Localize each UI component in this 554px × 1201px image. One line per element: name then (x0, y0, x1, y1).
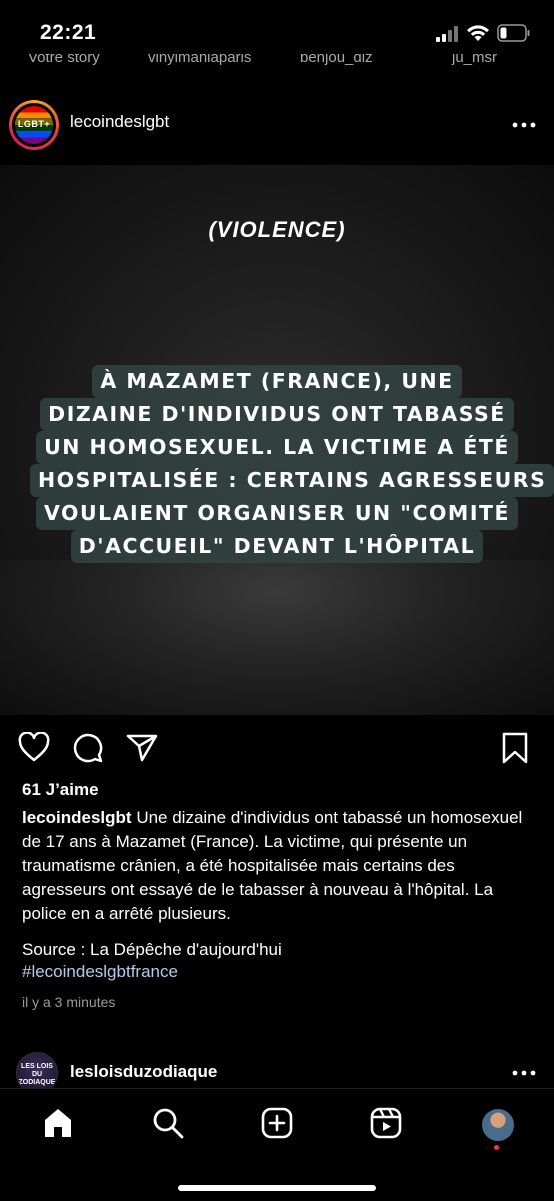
post-timestamp: il y a 3 minutes (22, 994, 116, 1010)
status-time: 22:21 (40, 21, 97, 44)
story-label[interactable]: benjou_diz (300, 54, 373, 68)
share-icon[interactable] (126, 734, 158, 762)
more-options-icon[interactable] (512, 122, 536, 128)
headline-line: À MAZAMET (FRANCE), UNE (92, 365, 462, 398)
post-actions (0, 728, 554, 768)
search-icon[interactable] (152, 1107, 184, 1139)
next-post-username[interactable]: lesloisduzodiaque (70, 1062, 217, 1082)
headline-line: VOULAIENT ORGANISER UN "COMITÉ (36, 497, 518, 530)
bottom-tab-bar (0, 1088, 554, 1201)
headline-line: DIZAINE D'INDIVIDUS ONT TABASSÉ (40, 398, 514, 431)
story-label[interactable]: Votre story (28, 54, 100, 68)
next-post-header: LES LOIS DU ZODIAQUE lesloisduzodiaque (0, 1048, 554, 1094)
post-image[interactable]: (VIOLENCE) À MAZAMET (FRANCE), UNE DIZAI… (0, 165, 554, 715)
avatar-text: LGBT+ (15, 118, 53, 131)
create-icon[interactable] (261, 1107, 293, 1139)
signal-icon (436, 26, 458, 42)
stories-strip[interactable]: Votre story vinylmaniaparis benjou_diz j… (0, 54, 554, 76)
heart-icon[interactable] (18, 732, 50, 762)
rainbow-flag-logo: LGBT+ (15, 106, 53, 144)
caption-username[interactable]: lecoindeslgbt (22, 808, 132, 827)
bookmark-icon[interactable] (502, 732, 528, 764)
home-indicator[interactable] (178, 1185, 376, 1191)
headline-line: UN HOMOSEXUEL. LA VICTIME A ÉTÉ (36, 431, 518, 464)
story-label[interactable]: vinylmaniaparis (148, 54, 251, 68)
battery-icon (497, 24, 530, 42)
headline-line: HOSPITALISÉE : CERTAINS AGRESSEURS (30, 464, 554, 497)
post-username[interactable]: lecoindeslgbt (70, 112, 169, 132)
floor-texture (0, 560, 554, 715)
post-tag: (VIOLENCE) (208, 217, 346, 242)
avatar-text: LES LOIS DU ZODIAQUE (18, 1063, 56, 1086)
caption-hashtag[interactable]: #lecoindeslgbtfrance (22, 962, 178, 982)
headline-line: D'ACCUEIL" DEVANT L'HÔPITAL (70, 530, 484, 563)
reels-icon[interactable] (370, 1107, 402, 1139)
home-icon[interactable] (42, 1107, 74, 1139)
wifi-icon (467, 25, 489, 41)
story-label[interactable]: ju_msr (452, 54, 497, 68)
more-options-icon[interactable] (512, 1070, 536, 1076)
post-header: LGBT+ lecoindeslgbt (0, 96, 554, 156)
caption-source: Source : La Dépêche d'aujourd'hui (22, 940, 282, 959)
post-headline: À MAZAMET (FRANCE), UNE DIZAINE D'INDIVI… (30, 365, 554, 563)
comment-icon[interactable] (72, 732, 104, 764)
notification-dot (494, 1145, 499, 1150)
likes-count[interactable]: 61 J’aime (22, 780, 99, 800)
profile-avatar[interactable] (480, 1107, 516, 1143)
avatar[interactable]: LGBT+ (9, 100, 59, 150)
post-caption: lecoindeslgbt Une dizaine d'individus on… (22, 806, 532, 926)
